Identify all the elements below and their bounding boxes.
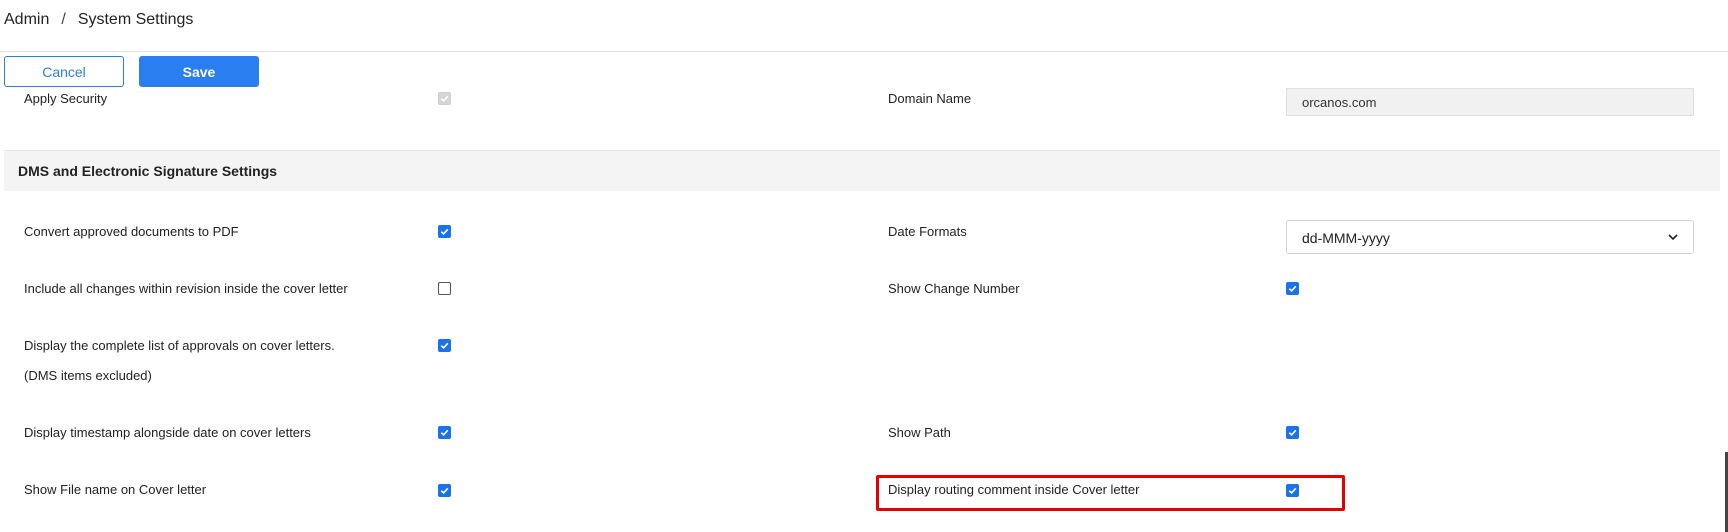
include-changes-checkbox[interactable] — [438, 282, 451, 295]
chevron-down-icon — [1668, 234, 1678, 241]
domain-name-label: Domain Name — [888, 91, 972, 106]
save-button[interactable]: Save — [139, 56, 259, 87]
breadcrumb-admin[interactable]: Admin — [4, 11, 49, 29]
check-icon — [1288, 429, 1297, 437]
show-change-number-checkbox[interactable] — [1286, 282, 1299, 295]
dms-section-header: DMS and Electronic Signature Settings — [4, 150, 1720, 191]
date-formats-label: Date Formats — [888, 224, 967, 239]
show-change-number-label: Show Change Number — [888, 281, 1020, 296]
convert-pdf-checkbox[interactable] — [438, 225, 451, 238]
show-path-label: Show Path — [888, 425, 951, 440]
check-icon — [1288, 285, 1297, 293]
show-path-checkbox[interactable] — [1286, 426, 1299, 439]
check-icon — [440, 429, 449, 437]
check-icon — [440, 342, 449, 350]
breadcrumb: Admin / System Settings — [4, 11, 193, 29]
convert-pdf-label: Convert approved documents to PDF — [24, 224, 239, 239]
approvals-list-note: (DMS items excluded) — [24, 368, 152, 383]
approvals-list-label: Display the complete list of approvals o… — [24, 338, 335, 353]
check-icon — [440, 228, 449, 236]
file-name-label: Show File name on Cover letter — [24, 482, 207, 497]
apply-security-checkbox — [438, 92, 451, 105]
date-formats-select[interactable]: dd-MMM-yyyy — [1286, 220, 1694, 254]
timestamp-checkbox[interactable] — [438, 426, 451, 439]
page-header: Admin / System Settings — [0, 0, 1728, 52]
breadcrumb-separator: / — [61, 11, 66, 28]
check-icon — [440, 487, 449, 495]
approvals-list-checkbox[interactable] — [438, 339, 451, 352]
include-changes-label: Include all changes within revision insi… — [24, 281, 348, 296]
cancel-button[interactable]: Cancel — [4, 56, 124, 87]
apply-security-label: Apply Security — [24, 91, 108, 106]
section-title: DMS and Electronic Signature Settings — [18, 163, 278, 179]
breadcrumb-current: System Settings — [77, 11, 194, 28]
file-name-checkbox[interactable] — [438, 484, 451, 497]
domain-name-field: orcanos.com — [1286, 88, 1694, 116]
date-formats-value: dd-MMM-yyyy — [1302, 230, 1390, 246]
check-icon — [440, 95, 449, 103]
timestamp-label: Display timestamp alongside date on cove… — [24, 425, 311, 440]
highlight-box — [876, 475, 1345, 511]
